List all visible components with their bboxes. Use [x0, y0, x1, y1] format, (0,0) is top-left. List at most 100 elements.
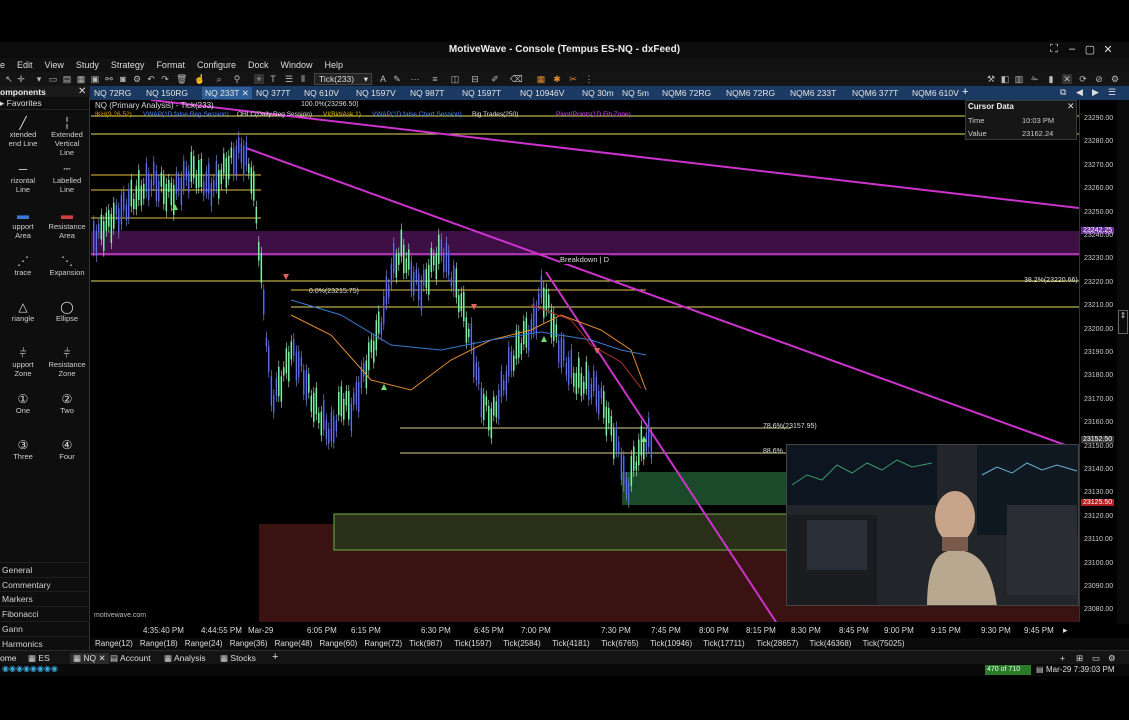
- chart-tab[interactable]: NQ 377T: [256, 87, 291, 99]
- tool-label-four[interactable]: ④ Four: [45, 438, 89, 461]
- scroll-right-icon[interactable]: ▸: [1063, 625, 1068, 636]
- bars-icon[interactable]: ☰: [284, 74, 294, 84]
- zoom-icon[interactable]: ⌕: [214, 74, 224, 84]
- close-icon[interactable]: ✕: [78, 86, 86, 97]
- menu-view[interactable]: View: [39, 58, 70, 72]
- tool-expansion[interactable]: ⋱ Expansion: [45, 254, 89, 277]
- redo-icon[interactable]: ↷: [160, 74, 170, 84]
- tool-retrace[interactable]: ⋰ tracе: [1, 254, 45, 277]
- section-gann[interactable]: Gann: [0, 621, 90, 635]
- layout-icon[interactable]: ⊞: [1076, 653, 1083, 664]
- bar-size-button[interactable]: Range(72): [364, 639, 402, 648]
- arrow-right-icon[interactable]: ▶: [1092, 87, 1099, 98]
- tool-resistance-area[interactable]: ▬ Resistance Area: [45, 208, 89, 240]
- bar-size-button[interactable]: Tick(17711): [703, 639, 744, 648]
- undo-icon[interactable]: ↶: [146, 74, 156, 84]
- tool-resistance-zone[interactable]: ⫩ Resistance Zone: [45, 346, 89, 378]
- indicator-label[interactable]: OHLC(Daily,Reg Session): [237, 111, 312, 118]
- bar-type-select[interactable]: Tick(233) ▾: [314, 73, 372, 85]
- gear-icon[interactable]: ⚙: [1108, 653, 1116, 664]
- bar-size-button[interactable]: Tick(46368): [810, 639, 852, 648]
- bar-size-button[interactable]: Range(36): [230, 639, 268, 648]
- collapse-icon[interactable]: ⇕: [1118, 310, 1128, 334]
- chart-tab[interactable]: NQ 5m: [622, 87, 649, 99]
- bar-size-button[interactable]: Range(60): [320, 639, 358, 648]
- close-icon[interactable]: ✕: [1067, 101, 1075, 112]
- bar-size-button[interactable]: Range(24): [185, 639, 223, 648]
- menu-configure[interactable]: Configure: [191, 58, 242, 72]
- text-icon[interactable]: T: [268, 74, 278, 84]
- chart-tab[interactable]: NQ 1597V: [356, 87, 396, 99]
- indicator-label[interactable]: Big Trades(250): [472, 111, 518, 118]
- tab-home[interactable]: ome: [0, 653, 17, 663]
- cut-icon[interactable]: ✁: [1030, 74, 1040, 84]
- add-icon[interactable]: +: [1060, 653, 1065, 663]
- indicator-label[interactable]: VWAP(1D,false,Chart Session): [372, 111, 462, 118]
- bar-size-button[interactable]: Tick(1597): [454, 639, 492, 648]
- bar-size-button[interactable]: Tick(2584): [503, 639, 541, 648]
- list-icon[interactable]: ☰: [1108, 87, 1116, 98]
- tools-icon[interactable]: ⚒: [986, 74, 996, 84]
- section-markers[interactable]: Markers: [0, 591, 90, 605]
- section-fibonacci[interactable]: Fibonacci: [0, 606, 90, 620]
- orders-icon[interactable]: ▦: [536, 74, 546, 84]
- chart-tab[interactable]: NQM6 72RG: [726, 87, 775, 99]
- maximize-button[interactable]: ▢: [1082, 43, 1098, 56]
- chart-tab[interactable]: NQM6 377T: [852, 87, 898, 99]
- add-tab-icon[interactable]: +: [962, 86, 968, 98]
- cursor-icon[interactable]: ☝: [194, 74, 205, 84]
- tab-nq[interactable]: ▦ NQ ✕: [70, 653, 109, 664]
- menu-dock[interactable]: Dock: [242, 58, 275, 72]
- chart-tab[interactable]: NQ 1597T: [462, 87, 501, 99]
- tool-label-two[interactable]: ② Two: [45, 392, 89, 415]
- pencil-icon[interactable]: ✐: [490, 74, 500, 84]
- lock-icon[interactable]: ⊟: [470, 74, 480, 84]
- chart-tab[interactable]: NQM6 233T: [790, 87, 836, 99]
- link-icon[interactable]: ⚯: [104, 74, 114, 84]
- save-icon[interactable]: ▦: [76, 74, 86, 84]
- tool-label-one[interactable]: ① One: [1, 392, 45, 415]
- column-icon[interactable]: ▮: [1046, 74, 1056, 84]
- bar-size-button[interactable]: Range(48): [275, 639, 313, 648]
- tool-labelled-line[interactable]: ┄ Labelled Line: [45, 162, 89, 194]
- price-axis[interactable]: 23242.25 23152.50 23125.50 23290.00 23280…: [1079, 100, 1117, 622]
- bar-size-button[interactable]: Tick(75025): [863, 639, 905, 648]
- menu-study[interactable]: Study: [70, 58, 105, 72]
- crosshair-icon[interactable]: ✛: [16, 74, 26, 84]
- measure-icon[interactable]: ◧: [1000, 74, 1010, 84]
- more-icon[interactable]: ⋮: [584, 74, 594, 84]
- tab-stocks[interactable]: ▦ Stocks: [220, 653, 256, 664]
- tool-vertical-line[interactable]: ╎ Extended Vertical Line: [45, 116, 89, 157]
- bar-size-button[interactable]: Tick(6765): [601, 639, 639, 648]
- grid-icon[interactable]: ⋯: [410, 74, 420, 84]
- indicator-label[interactable]: VWAP(1D,false,Reg Session): [143, 111, 229, 118]
- tab-analysis[interactable]: ▦ Analysis: [164, 653, 206, 664]
- layout-icon[interactable]: ⛶: [1046, 43, 1062, 56]
- cross-tool-icon[interactable]: ✕: [1062, 74, 1072, 84]
- tab-account[interactable]: ▤ Account: [110, 653, 151, 664]
- memory-indicator[interactable]: 470 of 710: [985, 665, 1031, 675]
- chart-tab[interactable]: NQ 150RG: [146, 87, 188, 99]
- new-icon[interactable]: ▭: [48, 74, 58, 84]
- gear-icon[interactable]: ⚙: [1110, 74, 1120, 84]
- add-workspace-icon[interactable]: +: [272, 651, 278, 663]
- open-icon[interactable]: ▤: [62, 74, 72, 84]
- tool-ellipse[interactable]: ◯ Ellipse: [45, 300, 89, 323]
- add-icon[interactable]: +: [254, 74, 264, 84]
- snapshot-icon[interactable]: ◙: [118, 74, 128, 84]
- indicator-label[interactable]: Pivot(Points(1D,Fib Zone): [556, 111, 631, 118]
- sync-icon[interactable]: ⟳: [1078, 74, 1088, 84]
- dropdown-icon[interactable]: ▾: [34, 74, 44, 84]
- chart-tab[interactable]: NQ 987T: [410, 87, 445, 99]
- trade-icon[interactable]: ✱: [552, 74, 562, 84]
- menu-edit[interactable]: Edit: [11, 58, 39, 72]
- draw-icon[interactable]: ✎: [392, 74, 402, 84]
- close-button[interactable]: ✕: [1100, 43, 1116, 56]
- indicator-label[interactable]: IKH(9,26,52): [95, 111, 132, 118]
- menu-file[interactable]: e: [0, 58, 11, 72]
- style-icon[interactable]: A: [378, 74, 388, 84]
- tool-support-area[interactable]: ▬ upport Area: [1, 208, 45, 240]
- layers-icon[interactable]: ◫: [450, 74, 460, 84]
- chart-tab[interactable]: NQM6 72RG: [662, 87, 711, 99]
- bar-size-button[interactable]: Tick(10946): [650, 639, 692, 648]
